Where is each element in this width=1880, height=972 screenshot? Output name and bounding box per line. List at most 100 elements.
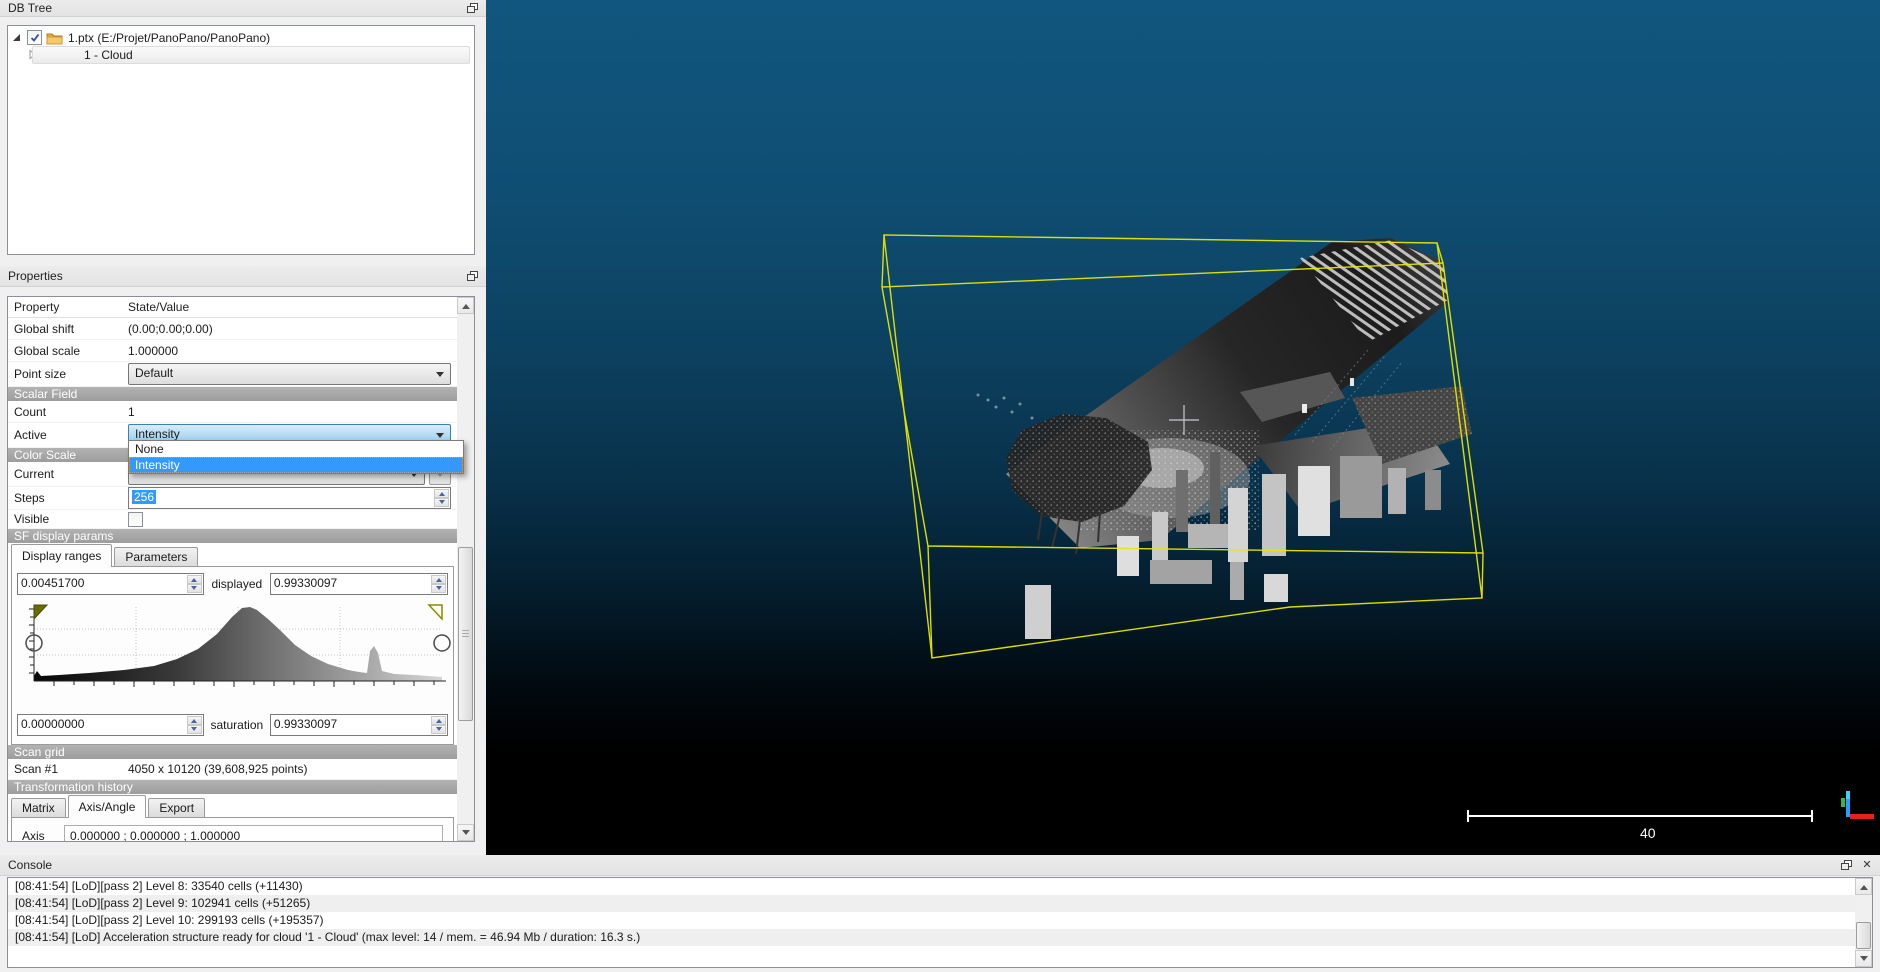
float-icon [467, 270, 478, 281]
property-label: Point size [14, 367, 67, 381]
float-panel-button[interactable] [466, 270, 480, 282]
console-line: [08:41:54] [LoD][pass 2] Level 8: 33540 … [15, 879, 303, 893]
spin-down-button[interactable] [186, 725, 202, 734]
scrollbar-thumb[interactable] [458, 547, 473, 721]
axis-gizmo-icon [1841, 791, 1874, 819]
display-range-row: 0.00451700 displayed 0.99330097 [17, 573, 448, 595]
console-line: [08:41:54] [LoD] Acceleration structure … [8, 929, 1855, 946]
scroll-down-button[interactable] [1855, 950, 1872, 967]
display-ranges-pane: 0.00451700 displayed 0.99330097 0.000000… [11, 566, 454, 745]
figure-speck [1350, 378, 1354, 386]
properties-scrollbar[interactable] [457, 297, 474, 841]
spin-down-button[interactable] [431, 725, 446, 734]
spin-up-button[interactable] [431, 575, 446, 584]
section-scan-grid: Scan grid [8, 745, 457, 759]
figure-speck [1302, 404, 1307, 413]
tab-parameters[interactable]: Parameters [114, 547, 199, 566]
axis-angle-pane: Axis 0.000000 ; 0.000000 ; 1.000000 [11, 817, 454, 842]
spin-down-button[interactable] [434, 498, 449, 507]
property-value: 1.000000 [128, 343, 179, 358]
max-range-marker[interactable] [427, 604, 443, 621]
properties-panel: Property State/Value Global shift (0.00;… [7, 296, 475, 842]
row-scan: Scan #1 4050 x 10120 (39,608,925 points) [8, 759, 457, 780]
tree-item-file[interactable]: 1.ptx (E:/Projet/PanoPano/PanoPano) [8, 29, 474, 46]
combobox-value: Default [135, 366, 174, 380]
column-property: Property [14, 300, 60, 314]
tab-matrix[interactable]: Matrix [11, 798, 66, 817]
gl-viewport[interactable]: 40 [486, 0, 1880, 855]
saturation-min-spinbox[interactable]: 0.00000000 [17, 714, 204, 736]
min-range-marker[interactable] [33, 604, 49, 621]
saturation-range-row: 0.00000000 saturation 0.99330097 [17, 714, 448, 736]
steps-spinbox[interactable]: 256 [128, 487, 451, 509]
tab-export[interactable]: Export [148, 798, 206, 817]
scrollbar-thumb[interactable] [1856, 922, 1871, 949]
console-log: [08:41:54] [LoD][pass 2] Level 8: 33540 … [8, 878, 1855, 967]
dropdown-option-none[interactable]: None [129, 441, 463, 457]
row-point-size: Point size Default [8, 362, 457, 387]
sf-display-tabbar: Display ranges Parameters [8, 543, 457, 567]
scale-bar-label: 40 [1640, 825, 1656, 841]
spin-up-button[interactable] [431, 716, 446, 725]
spin-up-button[interactable] [186, 716, 202, 725]
expand-collapse-icon[interactable] [11, 32, 23, 43]
point-size-combobox[interactable]: Default [128, 363, 451, 385]
scale-bar: 40 [1467, 810, 1813, 841]
scroll-up-button[interactable] [457, 297, 474, 314]
property-label: Global scale [14, 343, 81, 358]
display-min-spinbox[interactable]: 0.00451700 [17, 573, 204, 595]
row-visible: Visible [8, 510, 457, 529]
float-panel-button[interactable] [466, 2, 480, 14]
displayed-label: displayed [211, 577, 263, 591]
db-tree-header: DB Tree [0, 0, 486, 17]
console-line: [08:41:54] [LoD][pass 2] Level 9: 102941… [8, 895, 1855, 912]
property-label: Visible [14, 512, 50, 526]
tab-display-ranges[interactable]: Display ranges [11, 544, 113, 567]
section-sf-display: SF display params [8, 529, 457, 543]
console-panel[interactable]: [08:41:54] [LoD][pass 2] Level 8: 33540 … [7, 877, 1873, 968]
properties-table: Property State/Value Global shift (0.00;… [8, 297, 464, 842]
scroll-up-button[interactable] [1855, 878, 1872, 895]
sf-histogram[interactable] [14, 601, 451, 708]
section-scalar-field: Scalar Field [8, 387, 457, 401]
row-count: Count 1 [8, 401, 457, 423]
tree-item-cloud[interactable]: 1 - Cloud [8, 46, 474, 64]
row-steps: Steps 256 [8, 487, 457, 510]
steps-value: 256 [132, 490, 157, 504]
display-min-value: 0.00451700 [21, 576, 85, 590]
scroll-down-button[interactable] [457, 824, 474, 841]
property-value: 4050 x 10120 (39,608,925 points) [128, 762, 308, 776]
properties-header: Properties [0, 266, 486, 287]
console-scrollbar[interactable] [1855, 878, 1872, 967]
axis-label: Axis [22, 829, 45, 842]
spin-up-button[interactable] [186, 575, 202, 584]
visibility-checkbox[interactable] [27, 30, 42, 45]
property-label: Scan #1 [14, 762, 59, 776]
spin-down-button[interactable] [186, 584, 202, 593]
visible-checkbox[interactable] [128, 511, 143, 527]
close-icon: ✕ [1862, 859, 1872, 871]
row-global-scale: Global scale 1.000000 [8, 340, 457, 362]
spin-down-button[interactable] [431, 584, 446, 593]
transformation-tabbar: Matrix Axis/Angle Export [8, 794, 457, 818]
dropdown-option-intensity[interactable]: Intensity [129, 457, 463, 473]
saturation-max-spinbox[interactable]: 0.99330097 [269, 714, 448, 736]
float-panel-button[interactable] [1840, 859, 1854, 871]
property-value: (0.00;0.00;0.00) [128, 321, 213, 336]
console-title: Console [8, 858, 53, 872]
cloudcompare-window: DB Tree 1.ptx (E:/Projet/PanoPano/PanoPa… [0, 0, 1880, 972]
scatter-points [976, 393, 1034, 420]
active-sf-dropdown: None Intensity [128, 440, 464, 474]
max-saturation-handle[interactable] [433, 634, 451, 652]
spin-up-button[interactable] [434, 489, 449, 498]
property-label: Active [14, 428, 47, 442]
display-max-spinbox[interactable]: 0.99330097 [269, 573, 448, 595]
axis-value-input[interactable]: 0.000000 ; 0.000000 ; 1.000000 [64, 825, 443, 841]
row-global-shift: Global shift (0.00;0.00;0.00) [8, 318, 457, 340]
property-label: Global shift [14, 321, 75, 336]
db-tree-panel[interactable]: 1.ptx (E:/Projet/PanoPano/PanoPano) 1 - … [7, 25, 475, 255]
tab-axis-angle[interactable]: Axis/Angle [67, 795, 147, 818]
close-panel-button[interactable]: ✕ [1860, 859, 1874, 871]
property-value: 1 [128, 404, 135, 419]
folder-icon [46, 31, 64, 45]
